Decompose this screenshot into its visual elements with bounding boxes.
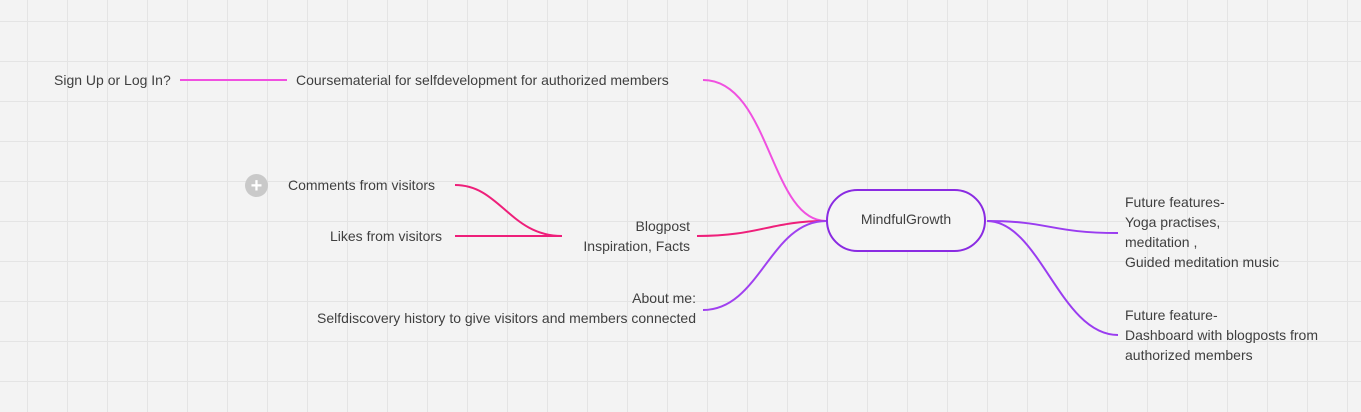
node-future-feature-dashboard-line: Future feature- bbox=[1125, 307, 1218, 323]
node-likes-label: Likes from visitors bbox=[330, 228, 443, 244]
connector-blogpost-comments bbox=[454, 184, 563, 237]
node-future-feature-dashboard-line: authorized members bbox=[1125, 347, 1253, 363]
node-coursematerial-label: Coursematerial for selfdevelopment for a… bbox=[296, 72, 669, 88]
node-about[interactable]: About me: Selfdiscovery history to give … bbox=[317, 288, 696, 328]
node-about-line: Selfdiscovery history to give visitors a… bbox=[317, 310, 696, 326]
central-node[interactable]: MindfulGrowth bbox=[826, 189, 986, 252]
node-comments[interactable]: Comments from visitors bbox=[288, 175, 435, 195]
node-future-features-line: Yoga practises, bbox=[1125, 214, 1221, 230]
connector-central-future2 bbox=[986, 220, 1119, 336]
node-future-features-line: meditation , bbox=[1125, 234, 1198, 250]
node-comments-label: Comments from visitors bbox=[288, 177, 436, 193]
node-coursematerial[interactable]: Coursematerial for selfdevelopment for a… bbox=[296, 70, 669, 90]
node-future-feature-dashboard[interactable]: Future feature- Dashboard with blogposts… bbox=[1125, 305, 1318, 365]
node-future-features[interactable]: Future features- Yoga practises, meditat… bbox=[1125, 192, 1279, 272]
node-future-features-line: Future features- bbox=[1125, 194, 1225, 210]
add-node-button[interactable]: + bbox=[245, 174, 268, 197]
node-future-features-line: Guided meditation music bbox=[1125, 254, 1280, 270]
node-future-feature-dashboard-line: Dashboard with blogposts from bbox=[1125, 327, 1318, 343]
node-signup-label: Sign Up or Log In? bbox=[54, 72, 171, 88]
node-blogpost-line: Blogpost bbox=[635, 218, 690, 234]
connector-central-blogpost bbox=[696, 220, 827, 237]
central-node-label: MindfulGrowth bbox=[860, 210, 952, 227]
node-signup[interactable]: Sign Up or Log In? bbox=[54, 70, 171, 90]
node-likes[interactable]: Likes from visitors bbox=[330, 226, 442, 246]
node-blogpost[interactable]: Blogpost Inspiration, Facts bbox=[583, 216, 690, 256]
plus-icon: + bbox=[250, 174, 263, 197]
node-about-line: About me: bbox=[632, 290, 696, 306]
node-blogpost-line: Inspiration, Facts bbox=[583, 238, 690, 254]
connector-central-coursematerial bbox=[702, 79, 827, 222]
